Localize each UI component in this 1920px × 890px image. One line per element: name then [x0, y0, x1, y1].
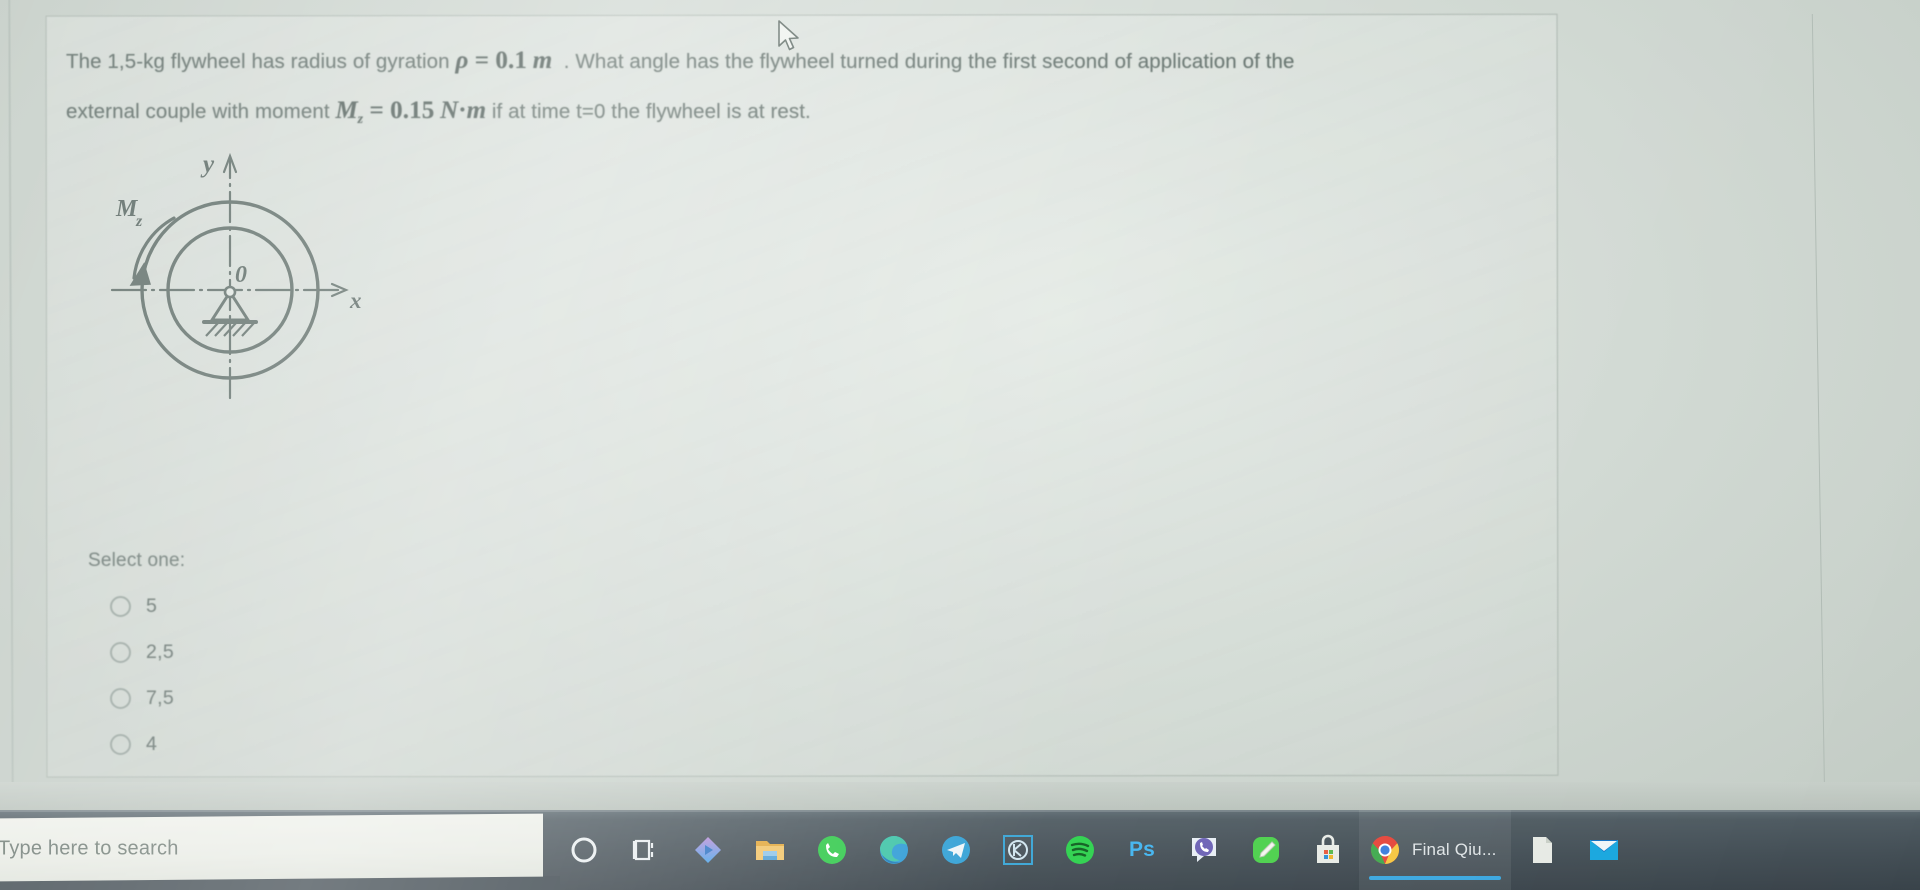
answer-label-3: 7,5	[146, 687, 175, 709]
radio-button-2[interactable]	[110, 642, 131, 663]
spotify-icon[interactable]	[1049, 810, 1111, 890]
task-view-icon[interactable]	[615, 810, 677, 890]
radio-button-4[interactable]	[110, 734, 131, 755]
radio-button-1[interactable]	[110, 596, 131, 617]
moment-value: 0.15	[390, 97, 435, 124]
rho-unit: m	[532, 47, 553, 74]
moment-equals: =	[363, 97, 391, 124]
windows-taskbar: Type here to search Ps Final Qiu...	[0, 810, 1920, 890]
file-explorer-icon[interactable]	[739, 810, 801, 890]
active-window-indicator	[1369, 876, 1501, 880]
xodo-diamond-icon[interactable]	[677, 810, 739, 890]
taskbar-icons: Ps Final Qiu...	[553, 810, 1920, 890]
answer-label-4: 4	[146, 733, 158, 755]
notes-pencil-icon[interactable]	[1235, 810, 1297, 890]
rho-equals: =	[468, 47, 496, 74]
answer-label-1: 5	[146, 595, 158, 617]
question-line2-pre: external couple with moment	[66, 100, 336, 123]
kmplayer-icon[interactable]	[987, 810, 1049, 890]
pin-support-pivot	[223, 285, 237, 299]
radio-button-3[interactable]	[110, 688, 131, 709]
answer-label-2: 2,5	[146, 641, 175, 663]
moment-unit-newton: N	[440, 97, 459, 124]
moment-label-subscript: z	[135, 213, 143, 230]
chrome-window-title: Final Qiu...	[1412, 840, 1497, 859]
answer-option-1[interactable]: 5	[88, 595, 508, 618]
answer-option-2[interactable]: 2,5	[88, 641, 508, 664]
question-line1-pre: The 1,5-kg flywheel has radius of gyrati…	[66, 50, 456, 73]
moment-unit-meter: m	[466, 97, 487, 124]
origin-label: 0	[235, 262, 247, 288]
microsoft-edge-icon[interactable]	[863, 810, 925, 890]
document-file-icon[interactable]	[1511, 810, 1573, 890]
photoshop-icon[interactable]: Ps	[1111, 810, 1173, 890]
moment-symbol: M	[335, 97, 358, 124]
flywheel-diagram: y x 0 M z	[100, 140, 400, 415]
photoshop-label: Ps	[1128, 838, 1156, 861]
cortana-icon[interactable]	[553, 810, 615, 890]
telegram-icon[interactable]	[925, 810, 987, 890]
viber-icon[interactable]	[1173, 810, 1235, 890]
mail-icon[interactable]	[1573, 810, 1635, 890]
x-axis-label: x	[349, 288, 362, 313]
answer-option-3[interactable]: 7,5	[88, 687, 508, 710]
rho-value: 0.1	[495, 47, 527, 74]
window-bottom-band	[0, 782, 1920, 810]
search-placeholder: Type here to search	[0, 837, 179, 860]
question-line2-post: if at time t=0 the flywheel is at rest.	[486, 100, 811, 123]
monitor-screen: The 1,5-kg flywheel has radius of gyrati…	[0, 0, 1920, 890]
select-one-label: Select one:	[88, 550, 186, 571]
search-input[interactable]: Type here to search	[0, 813, 543, 882]
question-line1-post: . What angle has the flywheel turned dur…	[563, 50, 1295, 73]
mouse-cursor	[777, 20, 803, 59]
answers-block: Select one: 5 2,5 7,5 4	[88, 550, 508, 756]
y-axis-label: y	[200, 151, 215, 178]
whatsapp-icon[interactable]	[801, 810, 863, 890]
answer-option-4[interactable]: 4	[88, 733, 508, 756]
moment-unit-dot: ·	[458, 97, 467, 124]
microsoft-store-icon[interactable]	[1297, 810, 1359, 890]
rho-symbol: ρ	[455, 47, 469, 74]
google-chrome-window[interactable]: Final Qiu...	[1359, 810, 1511, 890]
